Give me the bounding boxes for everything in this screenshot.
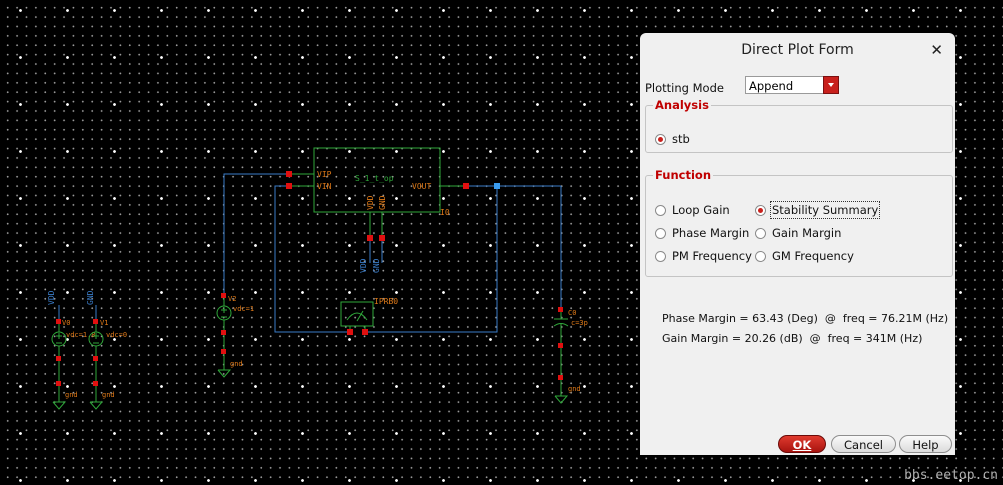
analysis-group-title: Analysis [653, 98, 711, 112]
help-button[interactable]: Help [899, 435, 952, 453]
phase-margin-result: Phase Margin = 63.43 (Deg) @ freq = 76.2… [662, 312, 949, 325]
source-v2-value: vdc=1 [233, 305, 254, 313]
instance-name: S_1_t_op [355, 174, 394, 183]
net-junction [494, 183, 500, 189]
radio-stability-summary[interactable] [755, 205, 766, 216]
function-group-title: Function [653, 168, 714, 182]
radio-phase-margin[interactable] [655, 228, 666, 239]
gnd-label-v0: gnd [65, 391, 78, 399]
source-v1-name: V1 [100, 319, 108, 327]
net-label-vdd: VDD [359, 258, 368, 273]
dialog-title: Direct Plot Form [741, 42, 854, 58]
wire-vip[interactable] [223, 173, 289, 296]
plotting-mode-value: Append [749, 79, 794, 93]
opamp-symbol[interactable] [289, 147, 466, 238]
gain-margin-result: Gain Margin = 20.26 (dB) @ freq = 341M (… [662, 332, 923, 345]
source-v0-symbol[interactable] [51, 322, 67, 410]
cancel-button[interactable]: Cancel [831, 435, 896, 453]
source-v0-name: V0 [62, 319, 70, 327]
pin-label-i0: I0 [440, 208, 450, 217]
plotting-mode-select[interactable]: Append [745, 76, 839, 94]
radio-phase-margin-label[interactable]: Phase Margin [672, 226, 749, 240]
plotting-mode-label: Plotting Mode [645, 81, 724, 95]
radio-stability-summary-label[interactable]: Stability Summary [769, 201, 881, 219]
net-label-vdd-left: VDD [47, 290, 56, 305]
source-v1-value: vdc=0 [106, 331, 127, 339]
radio-stb-label[interactable]: stb [672, 132, 690, 146]
ok-button[interactable]: OK [778, 435, 826, 453]
source-v2-name: V2 [228, 295, 236, 303]
cap-c0-name: C0 [568, 309, 576, 317]
radio-pm-frequency[interactable] [655, 251, 666, 262]
analysis-group: Analysis stb [645, 98, 953, 153]
net-label-gnd-left: GND [86, 290, 95, 305]
probe-symbol[interactable] [340, 301, 374, 332]
cap-c0-value: c=3p [571, 319, 588, 327]
pin-label-vip: VIP [317, 170, 332, 179]
source-v0-value: vdc=1.8 [66, 331, 96, 339]
watermark: bbs.eetop.cn [904, 468, 998, 483]
wires[interactable] [58, 173, 562, 333]
gnd-label-c0: gnd [568, 385, 581, 393]
pin-markers [56, 171, 563, 386]
ok-button-label: OK [792, 438, 812, 452]
radio-stb[interactable] [655, 134, 666, 145]
source-v2-symbol[interactable] [216, 296, 232, 378]
function-group: Function Loop Gain Stability Summary Pha… [645, 168, 953, 277]
gnd-label-v1: gnd [102, 391, 115, 399]
radio-gain-margin-label[interactable]: Gain Margin [772, 226, 841, 240]
cap-c0-symbol[interactable] [553, 310, 569, 404]
pin-label-vout: VOUT [412, 182, 431, 191]
radio-gain-margin[interactable] [755, 228, 766, 239]
radio-gm-frequency[interactable] [755, 251, 766, 262]
pin-label-vin: VIN [317, 182, 332, 191]
probe-name: IPRB0 [374, 297, 398, 306]
radio-pm-frequency-label[interactable]: PM Frequency [672, 249, 752, 263]
gnd-label-v2: gnd [230, 360, 243, 368]
close-icon[interactable]: ✕ [930, 42, 943, 58]
radio-gm-frequency-label[interactable]: GM Frequency [772, 249, 854, 263]
net-label-gnd: GND [372, 258, 381, 273]
wire-vin[interactable] [274, 185, 350, 333]
help-button-label: Help [912, 438, 939, 452]
chevron-down-icon[interactable] [823, 76, 839, 94]
radio-loop-gain[interactable] [655, 205, 666, 216]
pin-label-vdd: VDD [366, 195, 375, 210]
cancel-button-label: Cancel [844, 438, 883, 452]
pin-label-gnd: GND [378, 195, 387, 210]
direct-plot-form-dialog[interactable]: Direct Plot Form ✕ Plotting Mode Append … [640, 33, 955, 455]
radio-loop-gain-label[interactable]: Loop Gain [672, 203, 730, 217]
